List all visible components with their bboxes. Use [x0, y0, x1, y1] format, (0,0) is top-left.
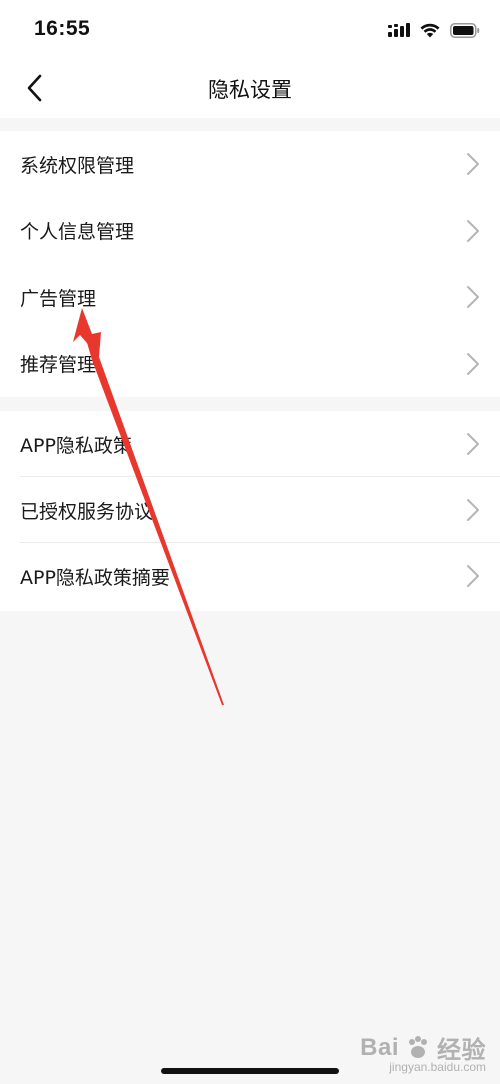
watermark-url: jingyan.baidu.com: [389, 1060, 486, 1074]
status-bar: 16:55: [0, 0, 500, 58]
list-item-label: APP隐私政策摘要: [20, 566, 170, 589]
list-item-authorized-agreements[interactable]: 已授权服务协议: [0, 477, 500, 543]
chevron-right-icon: [467, 499, 479, 521]
settings-group-permissions: 系统权限管理 个人信息管理 广告管理 推荐管理: [0, 131, 500, 397]
status-time: 16:55: [34, 17, 91, 40]
paw-icon: [409, 1035, 427, 1058]
chevron-right-icon: [467, 565, 479, 587]
list-item-label: 系统权限管理: [20, 154, 135, 177]
battery-icon: [450, 22, 480, 38]
list-item-ad-management[interactable]: 广告管理: [0, 264, 500, 331]
list-item-label: 广告管理: [20, 287, 97, 310]
chevron-right-icon: [467, 433, 479, 455]
list-item-label: 已授权服务协议: [20, 500, 154, 523]
home-indicator[interactable]: [161, 1068, 339, 1074]
list-item-personal-info[interactable]: 个人信息管理: [0, 198, 500, 265]
chevron-right-icon: [467, 286, 479, 309]
chevron-right-icon: [467, 153, 479, 176]
page-title: 隐私设置: [208, 78, 292, 102]
wifi-icon: [420, 23, 440, 37]
watermark: Bai 经验 jingyan.baidu.com: [360, 1030, 486, 1075]
signal-icon: [388, 23, 410, 37]
settings-group-policies: APP隐私政策 已授权服务协议 APP隐私政策摘要: [0, 411, 500, 611]
list-item-system-permissions[interactable]: 系统权限管理: [0, 131, 500, 198]
list-item-label: 推荐管理: [20, 354, 97, 377]
watermark-text: Bai: [360, 1033, 399, 1061]
list-item-privacy-policy-summary[interactable]: APP隐私政策摘要: [0, 543, 500, 609]
list-item-label: APP隐私政策: [20, 434, 132, 457]
chevron-right-icon: [467, 352, 479, 375]
list-item-label: 个人信息管理: [20, 221, 135, 244]
nav-bar: 隐私设置: [0, 58, 500, 118]
list-item-recommendation[interactable]: 推荐管理: [0, 331, 500, 398]
chevron-right-icon: [467, 219, 479, 242]
list-item-privacy-policy[interactable]: APP隐私政策: [0, 411, 500, 477]
status-icons: [388, 20, 480, 40]
